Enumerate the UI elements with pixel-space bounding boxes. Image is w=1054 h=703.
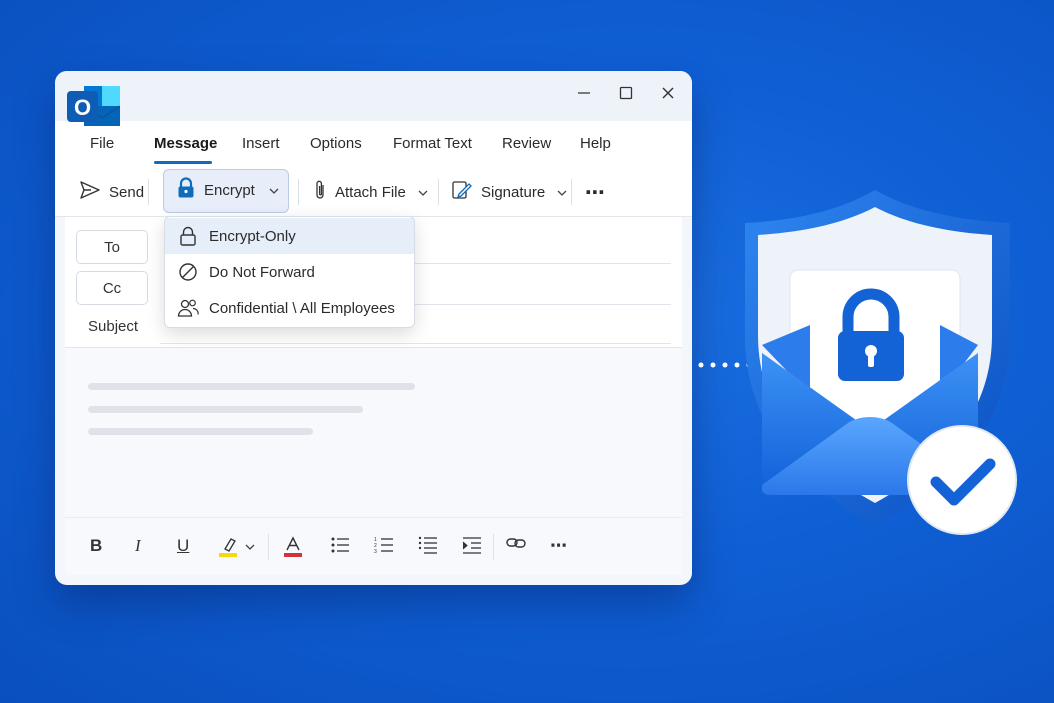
outlook-logo: O xyxy=(66,84,124,130)
maximize-icon[interactable] xyxy=(616,83,636,103)
menu-item-label: Do Not Forward xyxy=(209,263,315,281)
title-bar xyxy=(55,71,692,121)
more-options-button[interactable]: ⋯ xyxy=(585,167,605,217)
cc-field-line xyxy=(415,304,671,305)
placeholder-text-line xyxy=(88,383,415,390)
italic-button[interactable]: I xyxy=(135,536,141,556)
subject-label: Subject xyxy=(88,318,139,335)
numbered-list-icon[interactable]: 123 xyxy=(374,536,394,554)
outlook-compose-window: File Message Insert Options Format Text … xyxy=(55,71,692,585)
highlight-button[interactable] xyxy=(217,536,255,558)
attach-file-label: Attach File xyxy=(335,183,406,201)
active-tab-indicator xyxy=(154,161,212,164)
ribbon-tabs: File Message Insert Options Format Text … xyxy=(55,121,692,167)
chevron-down-icon xyxy=(245,544,255,550)
toolbar-divider xyxy=(148,179,149,205)
subject-field-line xyxy=(160,343,671,344)
send-icon xyxy=(79,180,101,204)
tab-help[interactable]: Help xyxy=(580,135,611,152)
more-format-button[interactable]: ⋯ xyxy=(550,536,567,556)
paperclip-icon xyxy=(313,179,327,205)
signature-icon xyxy=(451,179,473,205)
toolbar-divider xyxy=(298,179,299,205)
send-button[interactable]: Send xyxy=(79,167,144,217)
toolbar-divider xyxy=(438,179,439,205)
svg-text:O: O xyxy=(74,95,91,120)
bullet-list-icon[interactable] xyxy=(330,536,350,554)
encrypt-button-content: Encrypt xyxy=(176,168,279,212)
encrypt-dropdown-menu: Encrypt-Only Do Not Forward Confidential… xyxy=(164,216,415,328)
signature-button[interactable]: Signature xyxy=(451,167,567,217)
menu-item-confidential-all-employees[interactable]: Confidential \ All Employees xyxy=(165,290,414,326)
tab-options[interactable]: Options xyxy=(310,135,362,152)
window-controls xyxy=(574,83,678,103)
prohibited-icon xyxy=(177,261,199,283)
close-icon[interactable] xyxy=(658,83,678,103)
tab-format-text[interactable]: Format Text xyxy=(393,135,472,152)
increase-indent-icon[interactable] xyxy=(462,536,482,554)
to-button[interactable]: To xyxy=(76,230,148,264)
menu-item-encrypt-only[interactable]: Encrypt-Only xyxy=(165,218,414,254)
font-color-button[interactable] xyxy=(282,536,304,558)
tab-message[interactable]: Message xyxy=(154,135,217,152)
formatting-toolbar: B I U 123 ⋯ xyxy=(65,517,682,575)
checkmark-badge-icon xyxy=(907,425,1017,535)
toolbar-divider xyxy=(571,179,572,205)
encrypt-button[interactable]: Encrypt xyxy=(163,169,289,213)
message-body[interactable] xyxy=(65,347,682,517)
decrease-indent-icon[interactable] xyxy=(418,536,438,554)
ribbon-toolbar: Send Encrypt Attach File Signature ⋯ xyxy=(55,167,692,217)
secure-email-illustration xyxy=(745,190,1017,535)
bold-button[interactable]: B xyxy=(90,536,102,556)
placeholder-text-line xyxy=(88,428,313,435)
chevron-down-icon xyxy=(557,184,567,201)
cc-button[interactable]: Cc xyxy=(76,271,148,305)
lock-icon xyxy=(177,225,199,247)
chevron-down-icon xyxy=(269,182,279,199)
underline-button[interactable]: U xyxy=(177,536,189,556)
minimize-icon[interactable] xyxy=(574,83,594,103)
link-icon[interactable] xyxy=(506,536,526,550)
svg-text:3: 3 xyxy=(374,549,377,554)
format-divider xyxy=(493,534,494,560)
tab-insert[interactable]: Insert xyxy=(242,135,280,152)
tab-review[interactable]: Review xyxy=(502,135,551,152)
chevron-down-icon xyxy=(418,184,428,201)
encrypt-label: Encrypt xyxy=(204,181,255,199)
send-label: Send xyxy=(109,183,145,201)
tab-file[interactable]: File xyxy=(90,135,114,152)
menu-item-label: Confidential \ All Employees xyxy=(209,299,395,317)
attach-file-button[interactable]: Attach File xyxy=(313,167,428,217)
placeholder-text-line xyxy=(88,406,363,413)
menu-item-do-not-forward[interactable]: Do Not Forward xyxy=(165,254,414,290)
signature-label: Signature xyxy=(481,183,546,201)
format-divider xyxy=(268,534,269,560)
menu-item-label: Encrypt-Only xyxy=(209,227,296,245)
people-icon xyxy=(177,297,199,319)
lock-icon xyxy=(176,177,196,203)
to-field-line xyxy=(415,263,671,264)
